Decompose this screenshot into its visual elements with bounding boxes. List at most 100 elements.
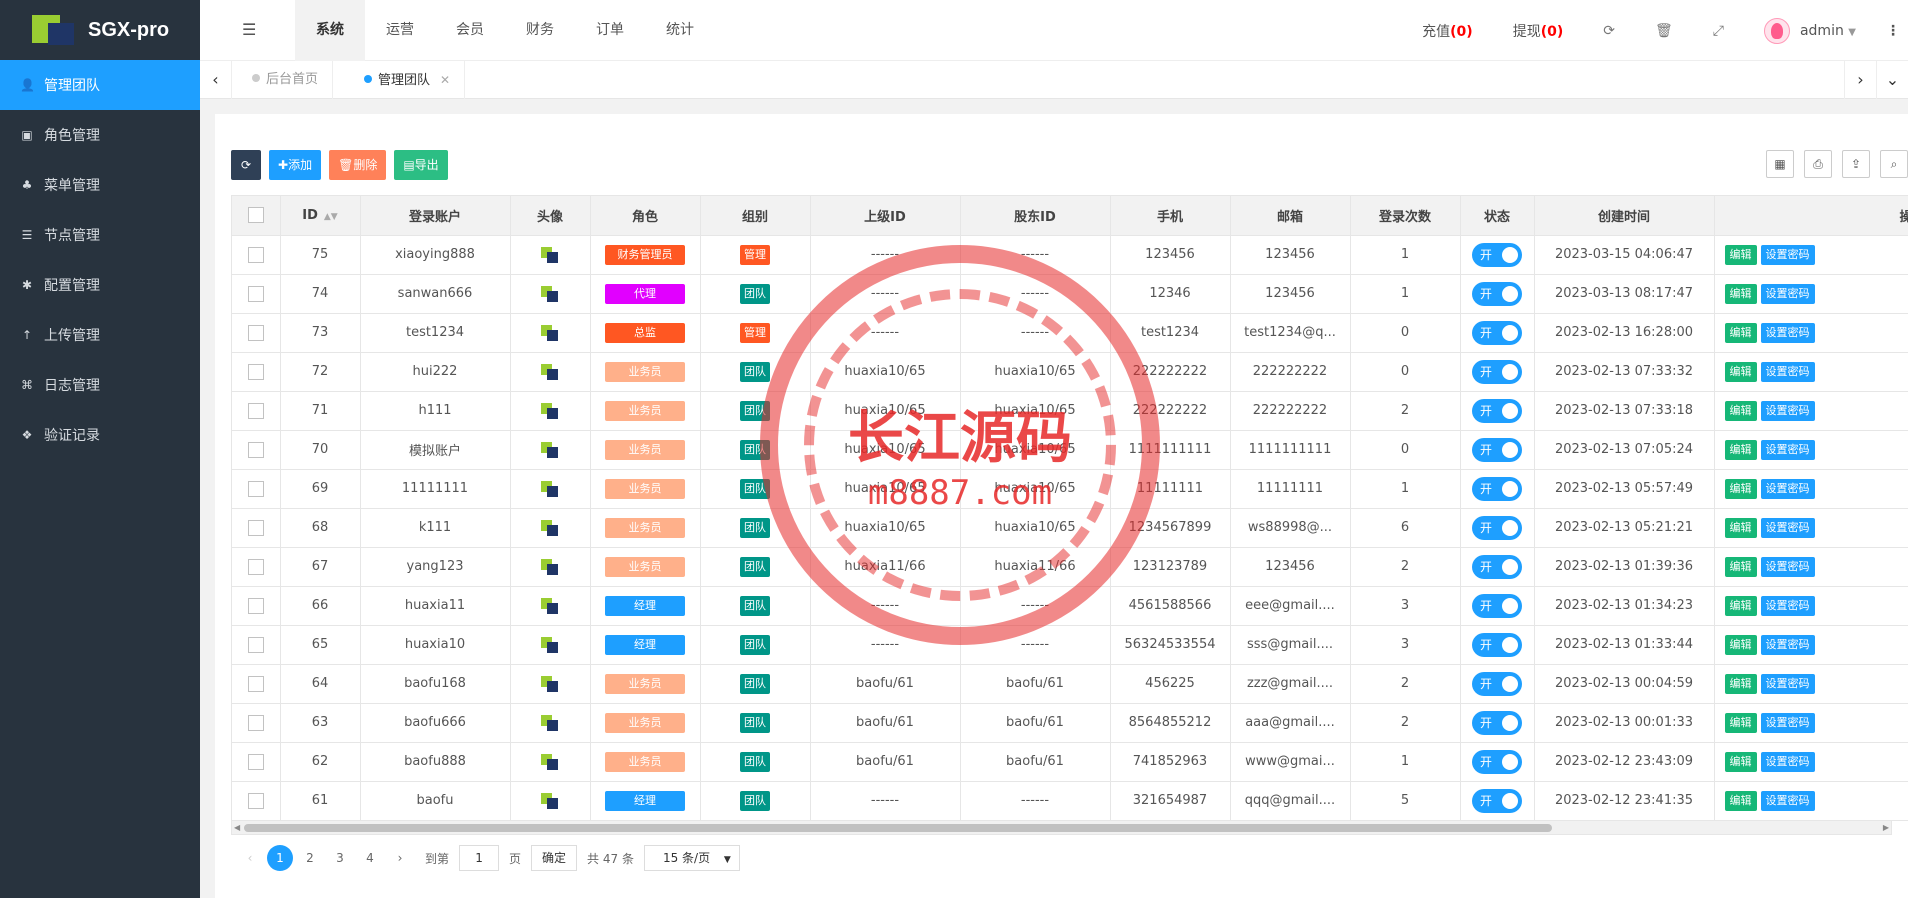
top-nav-item-1[interactable]: 运营: [365, 0, 435, 61]
tabs-next-icon[interactable]: ›: [1844, 61, 1876, 99]
set-password-button[interactable]: 设置密码: [1760, 244, 1815, 265]
page-size-select[interactable]: 15 条/页 ▼: [643, 845, 740, 871]
set-password-button[interactable]: 设置密码: [1760, 556, 1815, 577]
edit-button[interactable]: 编辑: [1724, 556, 1757, 577]
status-toggle[interactable]: 开: [1472, 398, 1522, 423]
edit-button[interactable]: 编辑: [1724, 439, 1757, 460]
clear-cache-icon[interactable]: 🗑: [1655, 23, 1673, 39]
set-password-button[interactable]: 设置密码: [1760, 595, 1815, 616]
refresh-icon[interactable]: ⟳: [1603, 23, 1615, 39]
sidebar-item-0[interactable]: 👤 管理团队: [0, 60, 200, 110]
row-checkbox[interactable]: [247, 714, 264, 731]
set-password-button[interactable]: 设置密码: [1760, 283, 1815, 304]
scrollbar-thumb[interactable]: [244, 824, 1552, 832]
set-password-button[interactable]: 设置密码: [1760, 400, 1815, 421]
edit-button[interactable]: 编辑: [1724, 712, 1757, 733]
recharge-link[interactable]: 充值(0): [1422, 21, 1473, 41]
sidebar-item-5[interactable]: ↑ 上传管理: [0, 310, 200, 360]
set-password-button[interactable]: 设置密码: [1760, 634, 1815, 655]
select-all-checkbox-cell[interactable]: [232, 196, 281, 236]
sidebar-item-7[interactable]: ❖ 验证记录: [0, 410, 200, 460]
goto-confirm-button[interactable]: 确定: [531, 845, 578, 871]
row-checkbox-cell[interactable]: [232, 313, 281, 353]
status-toggle[interactable]: 开: [1472, 359, 1522, 384]
row-checkbox-cell[interactable]: [232, 469, 281, 509]
row-checkbox-cell[interactable]: [232, 430, 281, 470]
row-checkbox-cell[interactable]: [232, 625, 281, 665]
next-page-icon[interactable]: ›: [385, 845, 415, 871]
row-checkbox[interactable]: [247, 324, 264, 341]
tabs-menu-icon[interactable]: ⌄: [1876, 61, 1908, 99]
sort-icon[interactable]: ▲▼: [324, 212, 338, 222]
top-nav-item-3[interactable]: 财务: [505, 0, 575, 61]
export-icon[interactable]: ⇪: [1842, 150, 1870, 178]
status-toggle[interactable]: 开: [1472, 437, 1522, 462]
edit-button[interactable]: 编辑: [1724, 790, 1757, 811]
goto-page-input[interactable]: 1: [459, 845, 500, 871]
edit-button[interactable]: 编辑: [1724, 751, 1757, 772]
scroll-right-icon[interactable]: ▶: [1883, 821, 1889, 835]
set-password-button[interactable]: 设置密码: [1760, 790, 1815, 811]
set-password-button[interactable]: 设置密码: [1760, 361, 1815, 382]
status-toggle[interactable]: 开: [1472, 632, 1522, 657]
search-icon[interactable]: ⌕: [1880, 150, 1908, 178]
tab-team[interactable]: 管理团队 ✕: [344, 61, 466, 99]
sidebar-item-4[interactable]: ✱ 配置管理: [0, 260, 200, 310]
row-checkbox[interactable]: [247, 792, 264, 809]
status-toggle[interactable]: 开: [1472, 710, 1522, 735]
row-checkbox[interactable]: [247, 246, 264, 263]
row-checkbox[interactable]: [247, 636, 264, 653]
edit-button[interactable]: 编辑: [1724, 634, 1757, 655]
sidebar-item-6[interactable]: ⌘ 日志管理: [0, 360, 200, 410]
horizontal-scrollbar[interactable]: ◀ ▶: [231, 821, 1892, 835]
export-button[interactable]: ▤导出: [394, 150, 448, 180]
select-all-checkbox[interactable]: [247, 207, 264, 224]
sidebar-item-1[interactable]: ▣ 角色管理: [0, 110, 200, 160]
status-toggle[interactable]: 开: [1472, 554, 1522, 579]
row-checkbox[interactable]: [247, 363, 264, 380]
avatar[interactable]: [1763, 17, 1790, 44]
refresh-button[interactable]: ⟳: [231, 150, 261, 180]
row-checkbox-cell[interactable]: [232, 352, 281, 392]
edit-button[interactable]: 编辑: [1724, 361, 1757, 382]
row-checkbox-cell[interactable]: [232, 547, 281, 587]
set-password-button[interactable]: 设置密码: [1760, 478, 1815, 499]
row-checkbox-cell[interactable]: [232, 703, 281, 743]
scroll-left-icon[interactable]: ◀: [234, 821, 240, 835]
row-checkbox[interactable]: [247, 480, 264, 497]
page-number[interactable]: 3: [325, 845, 355, 871]
row-checkbox-cell[interactable]: [232, 586, 281, 626]
status-toggle[interactable]: 开: [1472, 671, 1522, 696]
delete-button[interactable]: 🗑删除: [329, 150, 387, 180]
row-checkbox-cell[interactable]: [232, 781, 281, 820]
close-icon[interactable]: ✕: [440, 73, 450, 87]
row-checkbox[interactable]: [247, 402, 264, 419]
more-icon[interactable]: ⋮: [1886, 23, 1900, 39]
status-toggle[interactable]: 开: [1472, 281, 1522, 306]
tab-home[interactable]: 后台首页: [232, 61, 334, 99]
sidebar-item-2[interactable]: ♣ 菜单管理: [0, 160, 200, 210]
edit-button[interactable]: 编辑: [1724, 517, 1757, 538]
edit-button[interactable]: 编辑: [1724, 595, 1757, 616]
row-checkbox[interactable]: [247, 285, 264, 302]
status-toggle[interactable]: 开: [1472, 476, 1522, 501]
edit-button[interactable]: 编辑: [1724, 322, 1757, 343]
tabs-prev-icon[interactable]: ‹: [200, 61, 232, 99]
edit-button[interactable]: 编辑: [1724, 283, 1757, 304]
page-number[interactable]: 2: [295, 845, 325, 871]
top-nav-item-5[interactable]: 统计: [645, 0, 715, 61]
row-checkbox[interactable]: [247, 441, 264, 458]
status-toggle[interactable]: 开: [1472, 320, 1522, 345]
row-checkbox[interactable]: [247, 597, 264, 614]
edit-button[interactable]: 编辑: [1724, 400, 1757, 421]
edit-button[interactable]: 编辑: [1724, 673, 1757, 694]
status-toggle[interactable]: 开: [1472, 788, 1522, 813]
row-checkbox-cell[interactable]: [232, 235, 281, 275]
fullscreen-icon[interactable]: ⤢: [1713, 23, 1724, 39]
top-nav-item-4[interactable]: 订单: [575, 0, 645, 61]
top-nav-item-0[interactable]: 系统: [295, 0, 365, 61]
row-checkbox-cell[interactable]: [232, 391, 281, 431]
prev-page-icon[interactable]: ‹: [235, 845, 265, 871]
add-button[interactable]: ✚添加: [269, 150, 322, 180]
user-menu[interactable]: admin ▼: [1800, 23, 1856, 39]
